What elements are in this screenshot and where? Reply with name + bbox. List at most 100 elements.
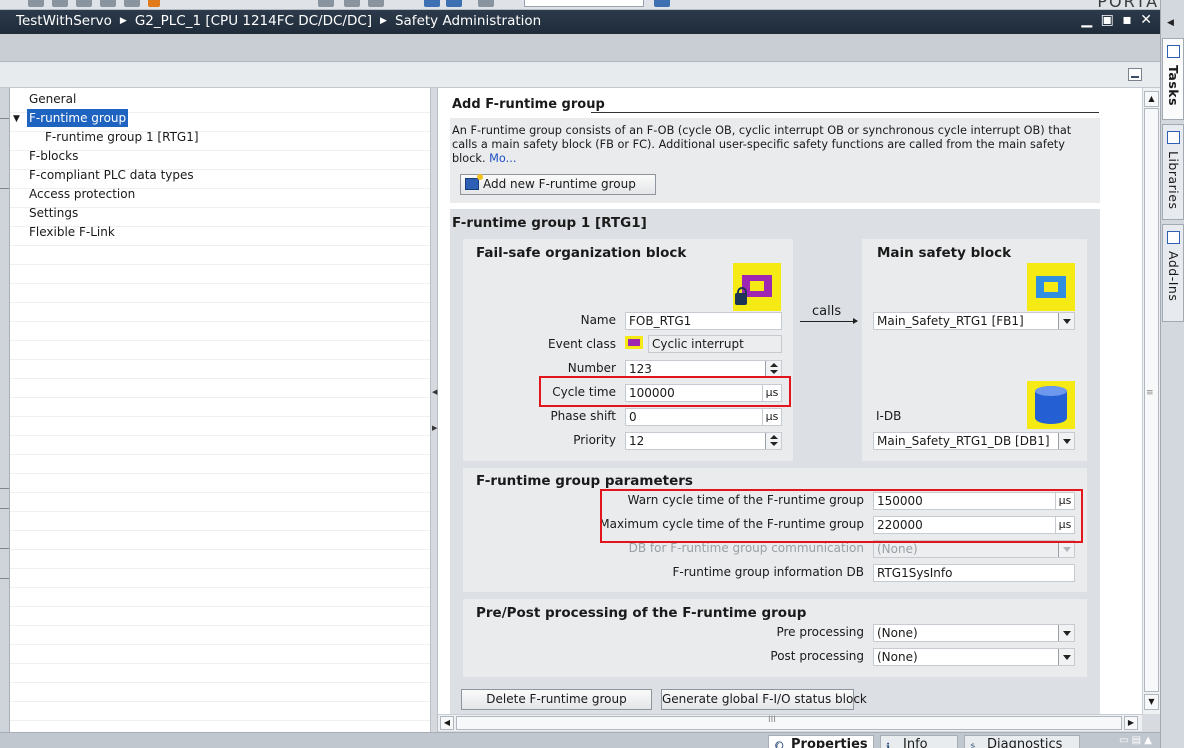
toolbar-icon[interactable] (28, 0, 44, 7)
cycle-time-field[interactable]: 100000 µs (625, 384, 782, 402)
warn-cycle-label: Warn cycle time of the F-runtime group (627, 493, 864, 507)
nav-item-f-blocks[interactable]: F-blocks (29, 147, 78, 165)
add-runtime-group-button[interactable]: Add new F-runtime group (460, 174, 656, 195)
tab-add-ins[interactable]: Add-Ins (1162, 224, 1184, 322)
toolbar-icon[interactable] (654, 0, 670, 7)
function-block-icon (1027, 263, 1075, 311)
info-icon: ℹ (886, 741, 891, 748)
nav-item-f-runtime-group-1[interactable]: F-runtime group 1 [RTG1] (45, 128, 199, 146)
number-stepper[interactable]: 123 (625, 360, 782, 378)
description-text: An F-runtime group consists of an F-OB (… (452, 124, 1072, 165)
unit-label: µs (1055, 517, 1074, 533)
phase-shift-field[interactable]: 0 µs (625, 408, 782, 426)
toolbar-icon[interactable] (424, 0, 440, 7)
chevron-down-icon (1058, 541, 1074, 557)
chevron-down-icon[interactable] (1058, 313, 1074, 329)
number-label: Number (567, 361, 616, 375)
tab-info[interactable]: ℹ Info (880, 735, 958, 748)
toolbar-search-input[interactable] (524, 0, 644, 7)
breadcrumb-separator-icon: ▶ (380, 16, 387, 26)
scroll-down-icon[interactable]: ▼ (1144, 694, 1159, 710)
priority-stepper[interactable]: 12 (625, 432, 782, 450)
toolbar-icon[interactable] (344, 0, 360, 7)
scroll-thumb[interactable] (1144, 108, 1159, 692)
generate-status-block-button[interactable]: Generate global F-I/O status block (661, 689, 867, 710)
chevron-down-icon[interactable] (1058, 649, 1074, 665)
toolbar-icon[interactable] (446, 0, 462, 7)
tab-tasks[interactable]: Tasks (1162, 38, 1184, 120)
more-link[interactable]: Mo... (489, 152, 516, 165)
toolbar-strip: PORTAL (0, 0, 1184, 10)
toolbar-icon[interactable] (478, 0, 494, 7)
tree-collapse-icon[interactable]: ▼ (13, 114, 20, 124)
panel-controls-icon[interactable]: ▭ ▤ ▲ (1119, 735, 1152, 746)
tab-libraries[interactable]: Libraries (1162, 124, 1184, 220)
cyclic-interrupt-icon (625, 336, 643, 349)
nav-item-flexible-f-link[interactable]: Flexible F-Link (29, 223, 115, 241)
toolbar-icon[interactable] (148, 0, 160, 7)
pre-processing-select[interactable]: (None) (873, 624, 1075, 642)
navigation-tree: ▼ General F-runtime group F-runtime grou… (10, 88, 430, 732)
unit-label: µs (762, 409, 781, 425)
editor-content: Add F-runtime group An F-runtime group c… (438, 88, 1142, 714)
scroll-thumb[interactable] (456, 716, 1122, 730)
collapse-left-icon[interactable]: ◀ (432, 388, 437, 396)
parameters-title: F-runtime group parameters (476, 473, 693, 489)
main-safety-title: Main safety block (877, 245, 1012, 261)
max-cycle-label: Maximum cycle time of the F-runtime grou… (599, 517, 864, 531)
scroll-up-icon[interactable]: ▲ (1144, 91, 1159, 107)
runtime-group-title: F-runtime group 1 [RTG1] (452, 215, 647, 231)
nav-item-settings[interactable]: Settings (29, 204, 78, 222)
vertical-scrollbar[interactable]: ▲ ≡ ▼ (1142, 88, 1160, 714)
libraries-icon (1167, 131, 1180, 144)
add-ins-icon (1167, 231, 1180, 244)
cycle-time-label: Cycle time (552, 385, 616, 399)
window-controls[interactable]: ▁ ▣ ▪ ✕ (1081, 12, 1154, 28)
tab-diagnostics[interactable]: ⚕ Diagnostics (964, 735, 1080, 748)
tab-properties[interactable]: 🔍︎ Properties (768, 735, 874, 748)
idb-label: I-DB (876, 409, 902, 423)
chevron-down-icon[interactable] (1058, 433, 1074, 449)
pin-icon[interactable] (1128, 68, 1142, 81)
toolbar-icon[interactable] (100, 0, 116, 7)
priority-label: Priority (573, 433, 616, 447)
scroll-left-icon[interactable]: ◀ (440, 716, 454, 730)
toolbar-icon[interactable] (368, 0, 384, 7)
fob-title: Fail-safe organization block (476, 245, 687, 261)
breadcrumb-page[interactable]: Safety Administration (395, 13, 541, 29)
nav-item-f-runtime-group[interactable]: F-runtime group (27, 109, 129, 127)
delete-runtime-group-button[interactable]: Delete F-runtime group (461, 689, 652, 710)
info-db-field[interactable]: RTG1SysInfo (873, 564, 1075, 582)
scroll-right-icon[interactable]: ▶ (1124, 716, 1138, 730)
max-cycle-field[interactable]: 220000 µs (873, 516, 1075, 534)
warn-cycle-field[interactable]: 150000 µs (873, 492, 1075, 510)
breadcrumb-separator-icon: ▶ (119, 16, 127, 26)
editor-subbar (0, 62, 1160, 88)
chevron-down-icon[interactable] (1058, 625, 1074, 641)
toolbar-icon[interactable] (318, 0, 334, 7)
pane-splitter[interactable]: ◀ ▶ (430, 88, 438, 732)
horizontal-scrollbar[interactable]: ◀ III ▶ (438, 714, 1142, 731)
event-class-label: Event class (548, 337, 616, 351)
breadcrumb-device[interactable]: G2_PLC_1 [CPU 1214FC DC/DC/DC] (135, 13, 372, 29)
nav-item-general[interactable]: General (29, 90, 76, 108)
toolbar-icon[interactable] (76, 0, 92, 7)
idb-select[interactable]: Main_Safety_RTG1_DB [DB1] (873, 432, 1075, 450)
post-processing-select[interactable]: (None) (873, 648, 1075, 666)
nav-item-access-protection[interactable]: Access protection (29, 185, 135, 203)
magnifier-icon: 🔍︎ (774, 741, 788, 748)
fob-name-field[interactable]: FOB_RTG1 (625, 312, 782, 330)
add-section-title: Add F-runtime group (452, 97, 605, 112)
nav-item-plc-data-types[interactable]: F-compliant PLC data types (29, 166, 194, 184)
spinner-icon[interactable] (765, 361, 781, 377)
data-block-icon (1027, 381, 1075, 429)
main-safety-block-select[interactable]: Main_Safety_RTG1 [FB1] (873, 312, 1075, 330)
toolbar-icon[interactable] (124, 0, 140, 7)
collapse-task-icon[interactable]: ◀ (1167, 18, 1174, 28)
spinner-icon[interactable] (765, 433, 781, 449)
collapse-right-icon[interactable]: ▶ (432, 424, 437, 432)
toolbar-icon[interactable] (52, 0, 68, 7)
breadcrumb-project[interactable]: TestWithServo (16, 13, 112, 29)
event-class-field: Cyclic interrupt (648, 335, 782, 353)
calls-arrow-icon (800, 318, 858, 324)
